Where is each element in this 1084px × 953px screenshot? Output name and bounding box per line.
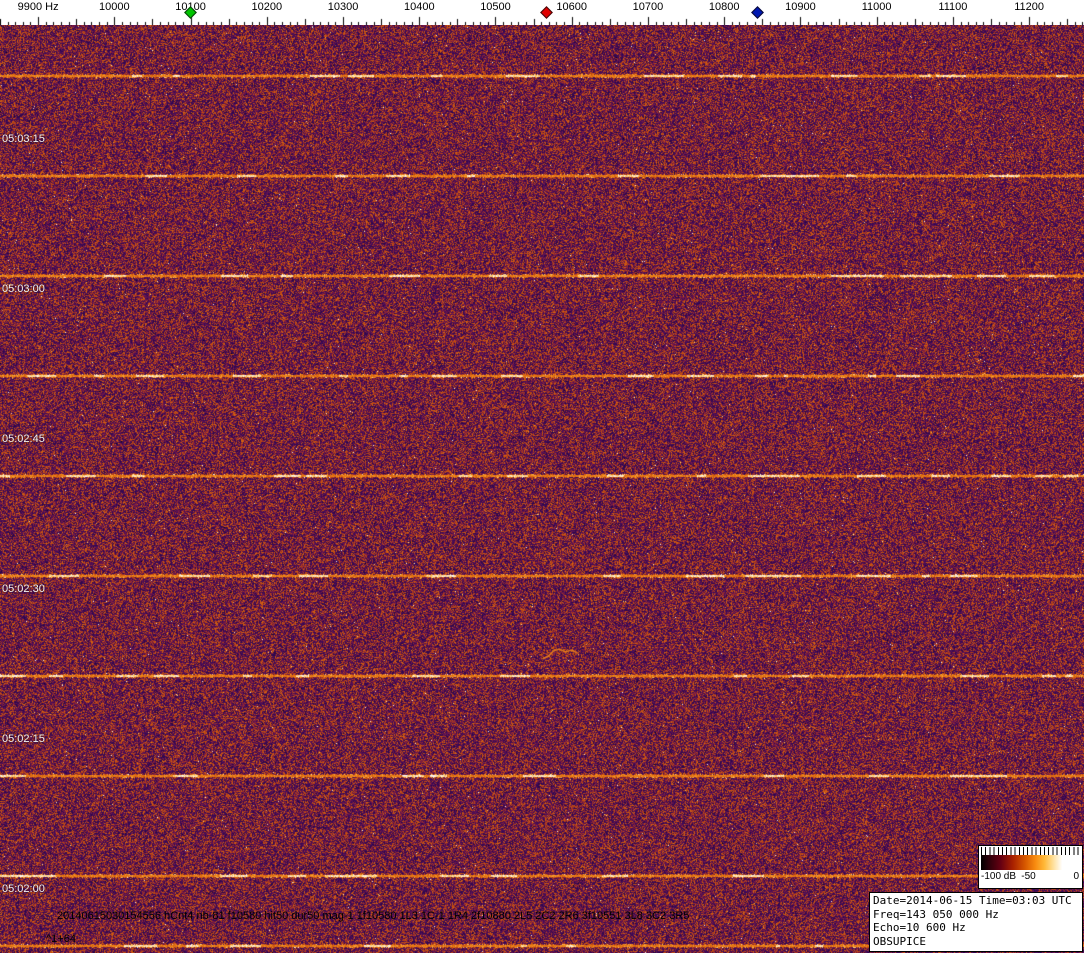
colorbar-label-max: 0 (1073, 871, 1079, 882)
freq-tick-label: 9900 Hz (18, 1, 59, 13)
freq-tick-label: 10200 (252, 1, 283, 13)
time-tick-label: 05:03:00 (2, 283, 45, 295)
info-line-echo: Echo=10 600 Hz (873, 921, 1079, 935)
frequency-ruler: 9900 Hz100001010010200103001040010500106… (0, 0, 1084, 25)
freq-tick-label: 11000 (862, 1, 892, 13)
colorbar-gradient (981, 855, 1080, 870)
spectrogram-app: 9900 Hz100001010010200103001040010500106… (0, 0, 1084, 953)
info-line-observatory: OBSUPICE (873, 935, 1079, 949)
colorbar-label-min: -100 dB (981, 871, 1016, 882)
spectrogram-canvas (0, 25, 1084, 953)
freq-tick-label: 10300 (328, 1, 359, 13)
freq-tick-label: 10000 (99, 1, 130, 13)
time-tick-label: 05:02:00 (2, 883, 45, 895)
colorbar-labels: -100 dB -50 0 (981, 870, 1080, 884)
time-tick-label: 05:02:15 (2, 733, 45, 745)
freq-tick-label: 10500 (480, 1, 511, 13)
colorbar: -100 dB -50 0 (978, 845, 1083, 889)
freq-tick-label: 10900 (785, 1, 816, 13)
freq-tick-label: 10800 (709, 1, 740, 13)
freq-tick-label: 10600 (556, 1, 587, 13)
freq-tick-label: 11100 (938, 1, 967, 13)
info-line-freq: Freq=143 050 000 Hz (873, 908, 1079, 922)
freq-tick-label: 10700 (633, 1, 664, 13)
freq-tick-label: 10400 (404, 1, 435, 13)
freq-tick-label: 11200 (1014, 1, 1044, 13)
colorbar-ticks (981, 847, 1080, 855)
info-box: Date=2014-06-15 Time=03:03 UTC Freq=143 … (869, 892, 1083, 952)
time-tick-label: 05:02:30 (2, 583, 45, 595)
time-tick-label: 05:03:15 (2, 133, 45, 145)
page-marker: ^1+64 (46, 933, 76, 945)
time-tick-label: 05:02:45 (2, 433, 45, 445)
detection-status-line: 20140615030154556 hCnt4 nb-81 f10580 hit… (57, 910, 689, 922)
colorbar-label-mid: -50 (1021, 871, 1035, 882)
info-line-date: Date=2014-06-15 Time=03:03 UTC (873, 894, 1079, 908)
